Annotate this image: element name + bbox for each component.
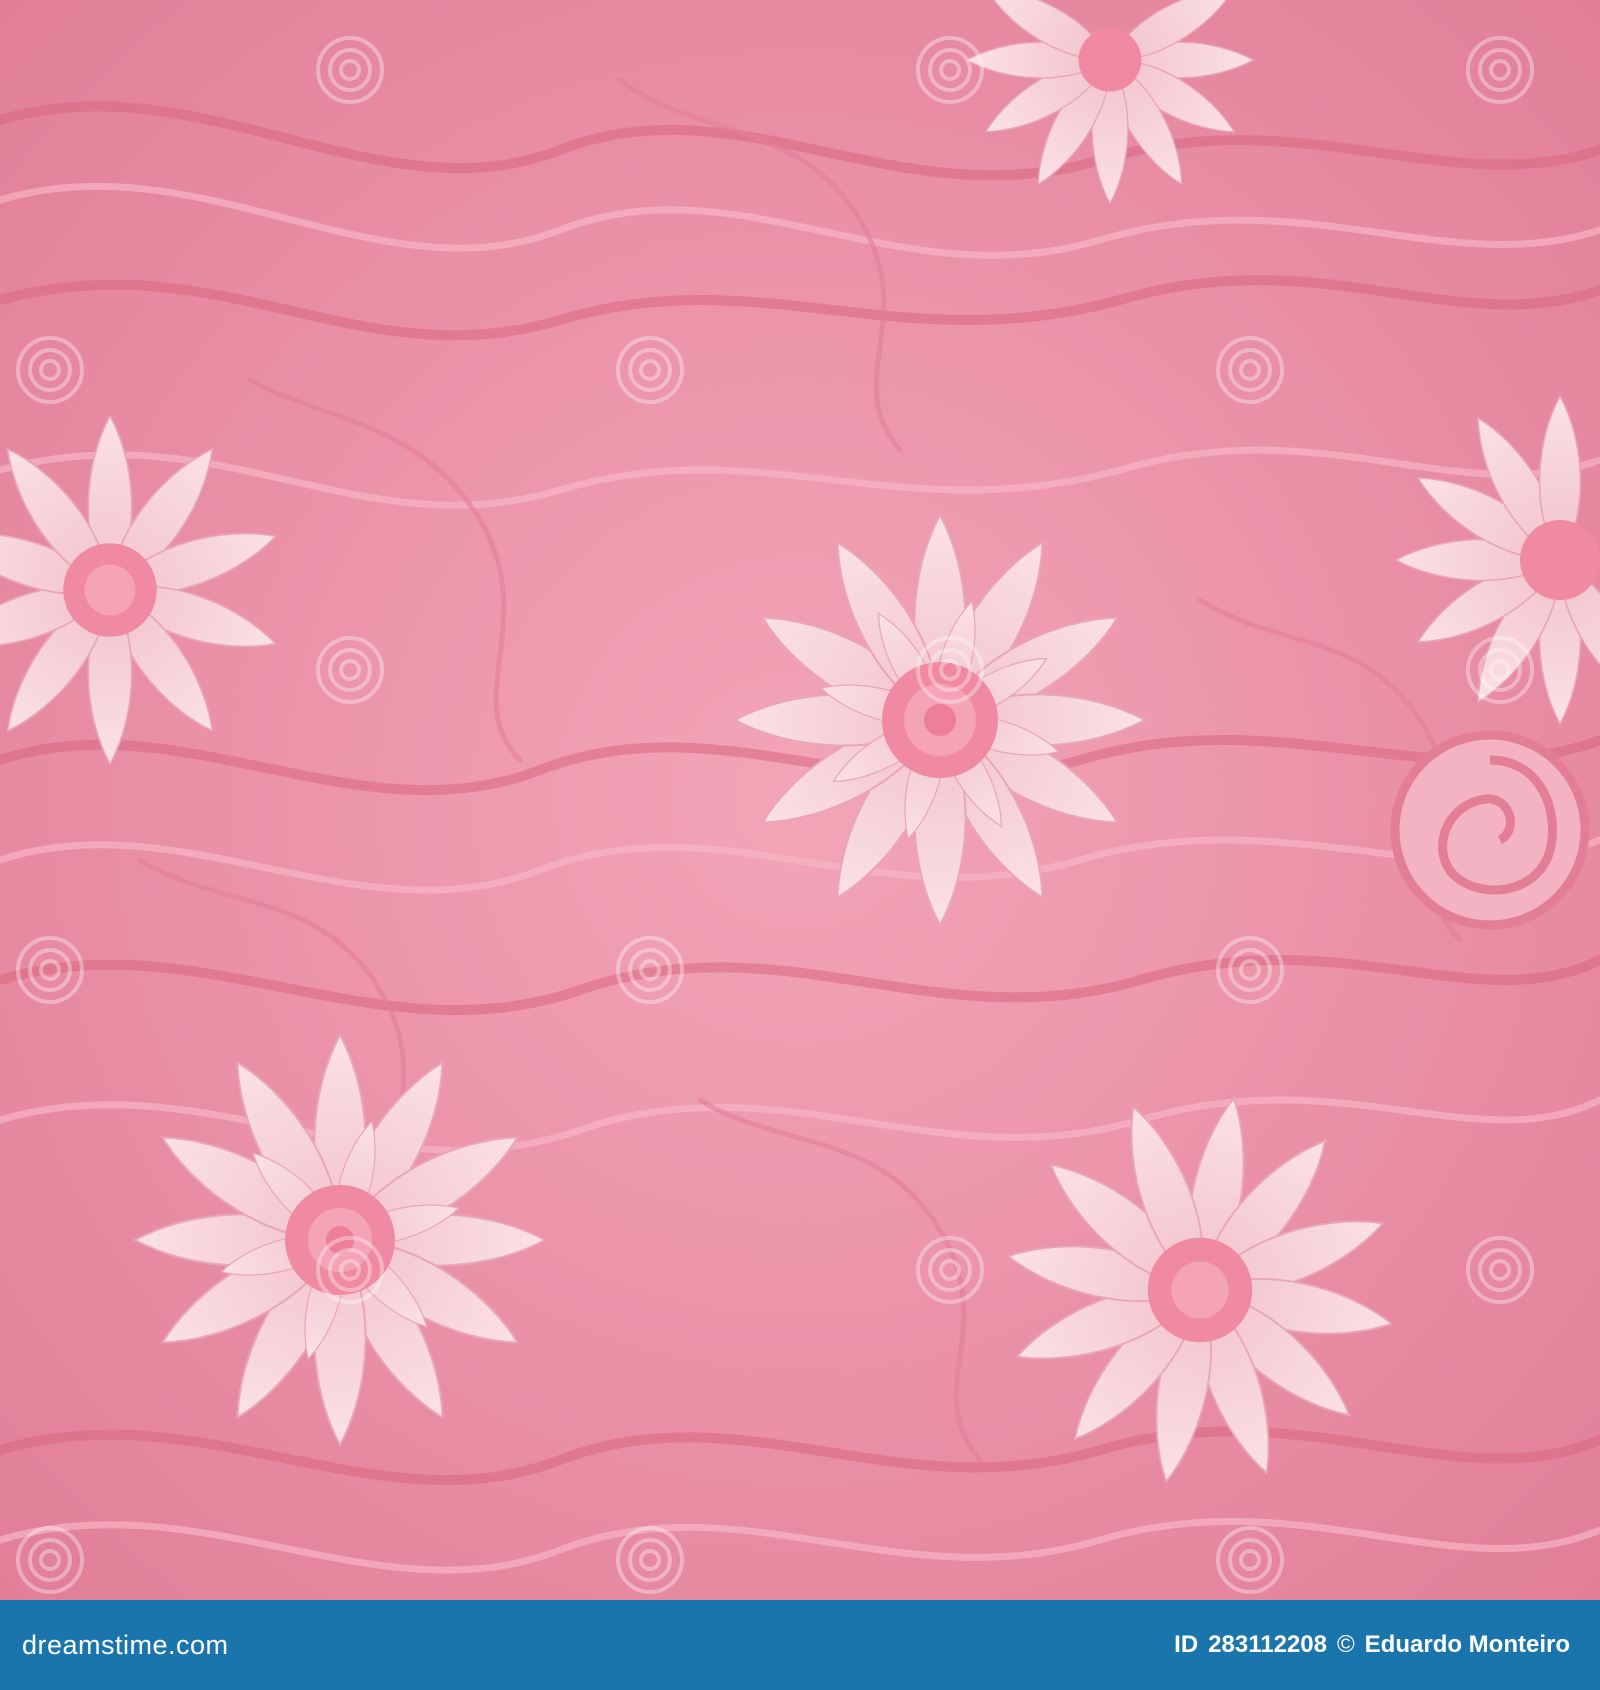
image-id: 283112208 — [1208, 1631, 1327, 1658]
stock-photo — [0, 0, 1600, 1600]
rose-right — [1390, 730, 1590, 930]
brand-link[interactable]: dreamstime.com — [22, 1630, 229, 1661]
author-name: Eduardo Monteiro — [1364, 1631, 1570, 1658]
photo-credit: ID 283112208 © Eduardo Monteiro — [1174, 1631, 1570, 1659]
photo-credit-bar: dreamstime.com ID 283112208 © Eduardo Mo… — [0, 1600, 1600, 1690]
copyright-symbol: © — [1336, 1631, 1355, 1658]
brand-text: dreamstime.com — [22, 1629, 229, 1660]
id-label: ID — [1174, 1631, 1199, 1658]
pink-paper-flowers-illustration — [0, 0, 1600, 1600]
